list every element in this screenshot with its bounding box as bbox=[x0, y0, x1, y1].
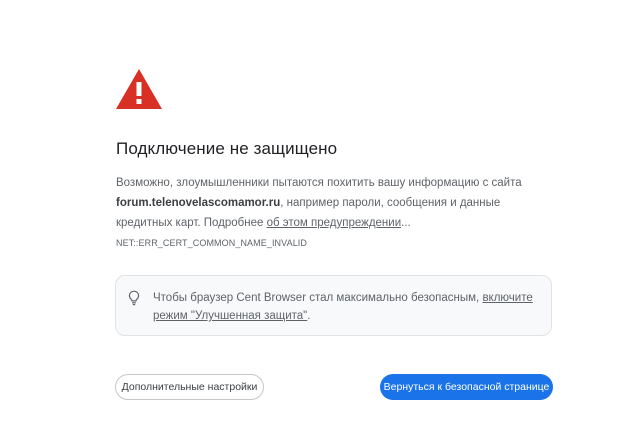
description-suffix: ... bbox=[401, 217, 411, 229]
enhanced-protection-tip: Чтобы браузер Cent Browser стал максимал… bbox=[115, 275, 552, 336]
tip-text: Чтобы браузер Cent Browser стал максимал… bbox=[153, 289, 538, 325]
page-title: Подключение не защищено bbox=[116, 139, 338, 158]
warning-triangle-icon bbox=[116, 69, 162, 109]
back-to-safety-button[interactable]: Вернуться к безопасной странице bbox=[380, 374, 553, 400]
description-prefix: Возможно, злоумышленники пытаются похити… bbox=[116, 177, 522, 189]
tip-suffix: . bbox=[307, 310, 311, 322]
tip-message: Чтобы браузер Cent Browser стал максимал… bbox=[153, 292, 483, 304]
site-domain: forum.telenovelascomamor.ru bbox=[116, 197, 281, 209]
warning-description: Возможно, злоумышленники пытаются похити… bbox=[116, 173, 536, 233]
lightbulb-icon bbox=[128, 290, 140, 306]
interstitial-page: Подключение не защищено Возможно, злоумы… bbox=[0, 0, 640, 423]
learn-more-link[interactable]: об этом предупреждении bbox=[267, 217, 402, 229]
advanced-settings-button[interactable]: Дополнительные настройки bbox=[115, 374, 264, 400]
error-code: NET::ERR_CERT_COMMON_NAME_INVALID bbox=[116, 238, 308, 248]
